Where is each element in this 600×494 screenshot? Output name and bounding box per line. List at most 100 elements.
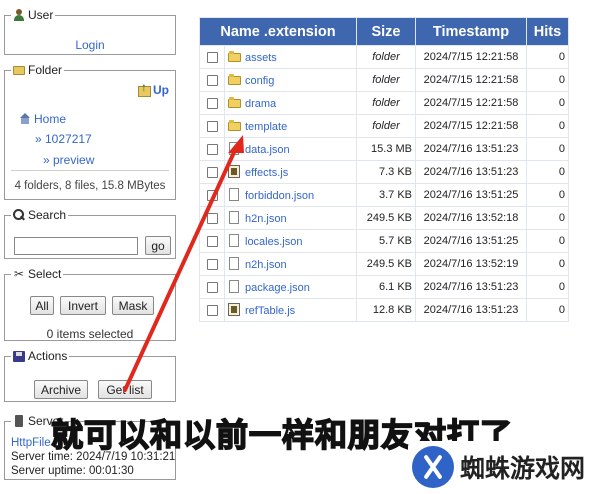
row-checkbox-cell [200,207,224,229]
search-input[interactable] [14,237,138,255]
actions-panel: Actions Archive Get list [4,349,176,402]
file-icon [228,211,241,224]
table-row[interactable]: locales.json 5.7 KB 2024/7/16 13:51:25 0 [200,230,568,252]
file-link[interactable]: locales.json [245,236,302,248]
row-checkbox-cell [200,230,224,252]
header-size[interactable]: Size [357,18,415,45]
row-hits: 0 [527,115,568,137]
folder-icon [228,73,241,86]
breadcrumb-home-label[interactable]: Home [34,112,66,126]
row-size: 3.7 KB [357,184,415,206]
row-name-cell: effects.js [225,161,356,183]
row-size: 249.5 KB [357,253,415,275]
file-link[interactable]: forbiddon.json [245,190,314,202]
file-link[interactable]: effects.js [245,167,288,179]
header-name[interactable]: Name .extension [200,18,356,45]
get-list-button[interactable]: Get list [98,380,152,399]
row-timestamp: 2024/7/15 12:21:58 [416,115,526,137]
row-timestamp: 2024/7/16 13:51:23 [416,161,526,183]
watermark: 蜘蛛游戏网 [408,441,596,493]
select-all-button[interactable]: All [30,296,54,315]
row-name-cell: refTable.js [225,299,356,321]
row-checkbox-cell [200,92,224,114]
row-hits: 0 [527,276,568,298]
table-row[interactable]: data.json 15.3 MB 2024/7/16 13:51:23 0 [200,138,568,160]
table-row[interactable]: drama folder 2024/7/15 12:21:58 0 [200,92,568,114]
header-timestamp[interactable]: Timestamp [416,18,526,45]
breadcrumb-home[interactable]: Home [19,112,66,126]
row-name-cell: n2h.json [225,253,356,275]
folder-icon [228,96,241,109]
table-row[interactable]: forbiddon.json 3.7 KB 2024/7/16 13:51:25 0 [200,184,568,206]
row-name-cell: data.json [225,138,356,160]
row-checkbox[interactable] [206,281,218,293]
table-row[interactable]: template folder 2024/7/15 12:21:58 0 [200,115,568,137]
file-link[interactable]: data.json [245,144,290,156]
row-checkbox-cell [200,161,224,183]
row-checkbox[interactable] [206,74,218,86]
archive-button[interactable]: Archive [34,380,88,399]
row-checkbox[interactable] [206,143,218,155]
row-timestamp: 2024/7/16 13:52:19 [416,253,526,275]
row-checkbox[interactable] [206,304,218,316]
file-rows: assets folder 2024/7/15 12:21:58 0 config fol… [200,46,568,321]
row-hits: 0 [527,253,568,275]
table-row[interactable]: config folder 2024/7/15 12:21:58 0 [200,69,568,91]
file-link[interactable]: template [245,121,287,133]
folder-legend: Folder [11,63,64,77]
breadcrumb-preview[interactable]: » preview [43,153,94,167]
row-checkbox[interactable] [206,212,218,224]
table-row[interactable]: h2n.json 249.5 KB 2024/7/16 13:52:18 0 [200,207,568,229]
login-link[interactable]: Login [5,38,175,52]
invert-button[interactable]: Invert [60,296,106,315]
row-timestamp: 2024/7/15 12:21:58 [416,92,526,114]
file-link[interactable]: package.json [245,282,310,294]
user-icon [13,9,25,21]
folder-stats: 4 folders, 8 files, 15.8 MBytes [14,180,166,192]
row-checkbox-cell [200,253,224,275]
script-icon [228,303,241,316]
row-checkbox[interactable] [206,51,218,63]
spider-logo-icon [412,446,454,488]
file-link[interactable]: drama [245,98,276,110]
table-row[interactable]: effects.js 7.3 KB 2024/7/16 13:51:23 0 [200,161,568,183]
folder-icon [228,119,241,132]
go-button[interactable]: go [145,236,171,255]
table-row[interactable]: package.json 6.1 KB 2024/7/16 13:51:23 0 [200,276,568,298]
breadcrumb-1027217[interactable]: » 1027217 [35,132,92,146]
search-panel: Search go [4,208,176,259]
home-icon [19,113,31,124]
save-icon [13,350,25,362]
row-checkbox[interactable] [206,166,218,178]
row-checkbox[interactable] [206,97,218,109]
row-timestamp: 2024/7/16 13:51:25 [416,230,526,252]
row-checkbox[interactable] [206,258,218,270]
row-checkbox[interactable] [206,235,218,247]
row-checkbox[interactable] [206,189,218,201]
table-row[interactable]: n2h.json 249.5 KB 2024/7/16 13:52:19 0 [200,253,568,275]
row-checkbox-cell [200,276,224,298]
up-label[interactable]: Up [153,83,169,97]
httpfileserver-link[interactable]: HttpFile [11,437,51,449]
table-row[interactable]: assets folder 2024/7/15 12:21:58 0 [200,46,568,68]
file-link[interactable]: config [245,75,274,87]
server-uptime: Server uptime: 00:01:30 [11,465,134,477]
row-timestamp: 2024/7/16 13:51:23 [416,299,526,321]
row-checkbox[interactable] [206,120,218,132]
header-hits[interactable]: Hits [527,18,568,45]
row-size: 15.3 MB [357,138,415,160]
up-button[interactable]: Up [137,80,169,97]
file-link[interactable]: n2h.json [245,259,287,271]
server-icon [13,415,25,427]
folder-up-icon [137,80,151,97]
table-row[interactable]: refTable.js 12.8 KB 2024/7/16 13:51:23 0 [200,299,568,321]
file-link[interactable]: refTable.js [245,305,295,317]
row-hits: 0 [527,69,568,91]
folder-panel: Folder Up Home » 1027217 » preview 4 fol… [4,63,176,200]
mask-button[interactable]: Mask [112,296,154,315]
file-link[interactable]: h2n.json [245,213,287,225]
row-name-cell: drama [225,92,356,114]
file-link[interactable]: assets [245,52,277,64]
row-timestamp: 2024/7/15 12:21:58 [416,69,526,91]
row-size: 5.7 KB [357,230,415,252]
